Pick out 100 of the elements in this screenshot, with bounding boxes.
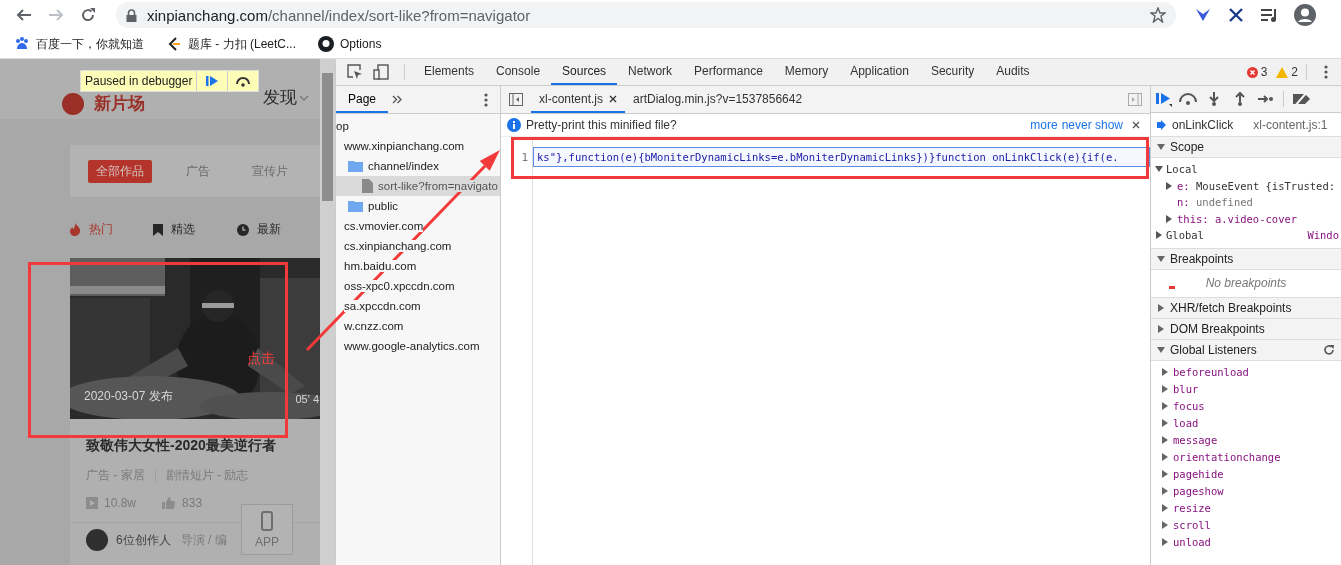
bookmark-link[interactable]: 题库 - 力扣 (LeetC... xyxy=(188,35,297,53)
listener-item[interactable]: orientationchange xyxy=(1173,451,1281,463)
expanded-triangle-icon[interactable] xyxy=(1157,254,1165,263)
bookmark-link[interactable]: 百度一下，你就知道 xyxy=(36,35,144,53)
phone-icon xyxy=(261,510,273,531)
file-tab[interactable]: artDialog.min.js?v=1537856642 xyxy=(625,86,811,113)
expanded-triangle-icon[interactable] xyxy=(1157,143,1165,151)
listener-item[interactable]: blur xyxy=(1173,383,1199,395)
error-icon xyxy=(1246,66,1258,78)
warning-icon xyxy=(1276,66,1289,78)
address-bar[interactable]: xinpianchang.com/channel/index/sort-like?from=navigator xyxy=(116,2,1176,28)
error-count: 3 xyxy=(1260,65,1268,79)
devtools-tab[interactable]: Memory xyxy=(773,59,840,85)
navigator-toggle-icon[interactable] xyxy=(509,93,523,106)
listener-item[interactable]: scroll xyxy=(1173,519,1211,531)
more-options-icon[interactable] xyxy=(484,92,488,107)
more-options-icon[interactable] xyxy=(1324,65,1328,79)
call-frame-name[interactable]: onLinkClick xyxy=(1172,117,1234,132)
section-header[interactable]: Breakpoints xyxy=(1151,248,1341,270)
nav-link[interactable]: 发现 xyxy=(263,86,297,109)
file-icon xyxy=(362,179,373,193)
scrollbar[interactable] xyxy=(320,59,335,565)
file-tab[interactable]: xl-content.js xyxy=(531,86,626,113)
device-toggle-icon[interactable] xyxy=(373,64,389,80)
collapsed-triangle-icon[interactable] xyxy=(1161,453,1169,461)
collapsed-triangle-icon[interactable] xyxy=(1161,487,1169,495)
sidebar-toggle-icon[interactable] xyxy=(1128,93,1142,106)
section-header[interactable]: DOM Breakpoints xyxy=(1151,318,1341,340)
infobar-link[interactable]: never show xyxy=(1061,118,1123,132)
expanded-triangle-icon[interactable] xyxy=(1157,345,1165,354)
call-frame-location: xl-content.js:1 xyxy=(1253,117,1328,132)
collapsed-triangle-icon[interactable] xyxy=(1161,521,1169,529)
file-tree-item[interactable]: sort-like?from=navigato xyxy=(336,176,500,196)
step-over-icon[interactable] xyxy=(235,75,252,87)
listener-item[interactable]: resize xyxy=(1173,502,1211,514)
creator-count[interactable]: 6位创作人 xyxy=(116,531,171,549)
extension-icon[interactable] xyxy=(1194,7,1212,23)
devtools-tab[interactable]: Performance xyxy=(683,59,774,85)
listener-item[interactable]: unload xyxy=(1173,536,1211,548)
resume-icon[interactable] xyxy=(1155,91,1173,107)
folder-icon xyxy=(348,160,363,172)
section-header[interactable]: XHR/fetch Breakpoints xyxy=(1151,297,1341,319)
filter-tab[interactable]: 全部作品 xyxy=(88,159,152,183)
media-queue-icon[interactable] xyxy=(1260,8,1278,22)
variable-entry: e: MouseEvent {isTrusted: xyxy=(1177,179,1336,192)
collapsed-triangle-icon[interactable] xyxy=(1161,538,1169,546)
close-icon[interactable] xyxy=(609,94,618,103)
devtools-tab[interactable]: Security xyxy=(919,59,986,85)
thumbs-up-icon xyxy=(162,497,177,509)
collapsed-triangle-icon[interactable] xyxy=(1157,303,1165,312)
collapsed-triangle-icon[interactable] xyxy=(1165,181,1173,190)
collapsed-triangle-icon[interactable] xyxy=(1161,368,1169,376)
extension-icon[interactable] xyxy=(1228,7,1244,23)
back-arrow-icon[interactable] xyxy=(16,7,32,23)
devtools-tab[interactable]: Elements xyxy=(413,59,486,85)
listener-item[interactable]: pageshow xyxy=(1173,485,1224,497)
devtools-tab[interactable]: Audits xyxy=(985,59,1041,85)
expanded-triangle-icon[interactable] xyxy=(1155,165,1163,174)
collapsed-triangle-icon[interactable] xyxy=(1161,436,1169,444)
collapsed-triangle-icon[interactable] xyxy=(1161,402,1169,410)
sort-tab[interactable]: 最新 xyxy=(236,221,320,238)
scope-name[interactable]: Global xyxy=(1166,229,1204,242)
scope-name[interactable]: Local xyxy=(1166,163,1198,176)
deactivate-breakpoints-icon[interactable] xyxy=(1290,92,1312,106)
infobar-link[interactable]: more xyxy=(1030,118,1058,132)
star-icon[interactable] xyxy=(1150,7,1166,23)
step-over-icon[interactable] xyxy=(1177,92,1199,106)
listener-item[interactable]: focus xyxy=(1173,400,1205,412)
sort-tab[interactable]: 精选 xyxy=(153,221,237,238)
devtools-tab[interactable]: Console xyxy=(485,59,552,85)
section-header[interactable]: Global Listeners xyxy=(1151,339,1341,361)
infobar-message: Pretty-print this minified file? xyxy=(526,118,677,132)
inspect-icon[interactable] xyxy=(347,64,363,80)
collapsed-triangle-icon[interactable] xyxy=(1157,324,1165,333)
empty-message: No breakpoints xyxy=(1205,276,1287,290)
play-icon xyxy=(86,497,98,509)
collapsed-triangle-icon[interactable] xyxy=(1161,419,1169,427)
section-header[interactable]: Scope xyxy=(1151,137,1341,158)
bracket-logo-icon xyxy=(166,36,182,52)
listener-item[interactable]: load xyxy=(1173,417,1199,429)
chevron-icon[interactable] xyxy=(392,95,403,104)
listener-item[interactable]: pagehide xyxy=(1173,468,1224,480)
lock-icon xyxy=(126,8,137,22)
collapsed-triangle-icon[interactable] xyxy=(1161,504,1169,512)
devtools-tab[interactable]: Application xyxy=(839,59,920,85)
collapsed-triangle-icon[interactable] xyxy=(1161,470,1169,478)
avatar-icon[interactable] xyxy=(1294,4,1316,26)
bookmark-link[interactable]: Options xyxy=(340,37,382,51)
scope-value: Windo xyxy=(1307,229,1339,242)
devtools-tab[interactable]: Network xyxy=(617,59,684,85)
resume-icon[interactable] xyxy=(205,75,220,87)
listener-item[interactable]: beforeunload xyxy=(1173,366,1249,378)
banner-text: Paused in debugger xyxy=(84,74,194,88)
video-title[interactable]: 致敬伟大女性-2020最美逆行者 xyxy=(86,437,320,455)
collapsed-triangle-icon[interactable] xyxy=(1161,385,1169,393)
refresh-icon[interactable] xyxy=(1323,343,1335,356)
reload-icon[interactable] xyxy=(80,7,96,23)
caret-icon xyxy=(299,94,309,101)
listener-item[interactable]: message xyxy=(1173,434,1218,446)
close-icon[interactable] xyxy=(1132,121,1140,129)
